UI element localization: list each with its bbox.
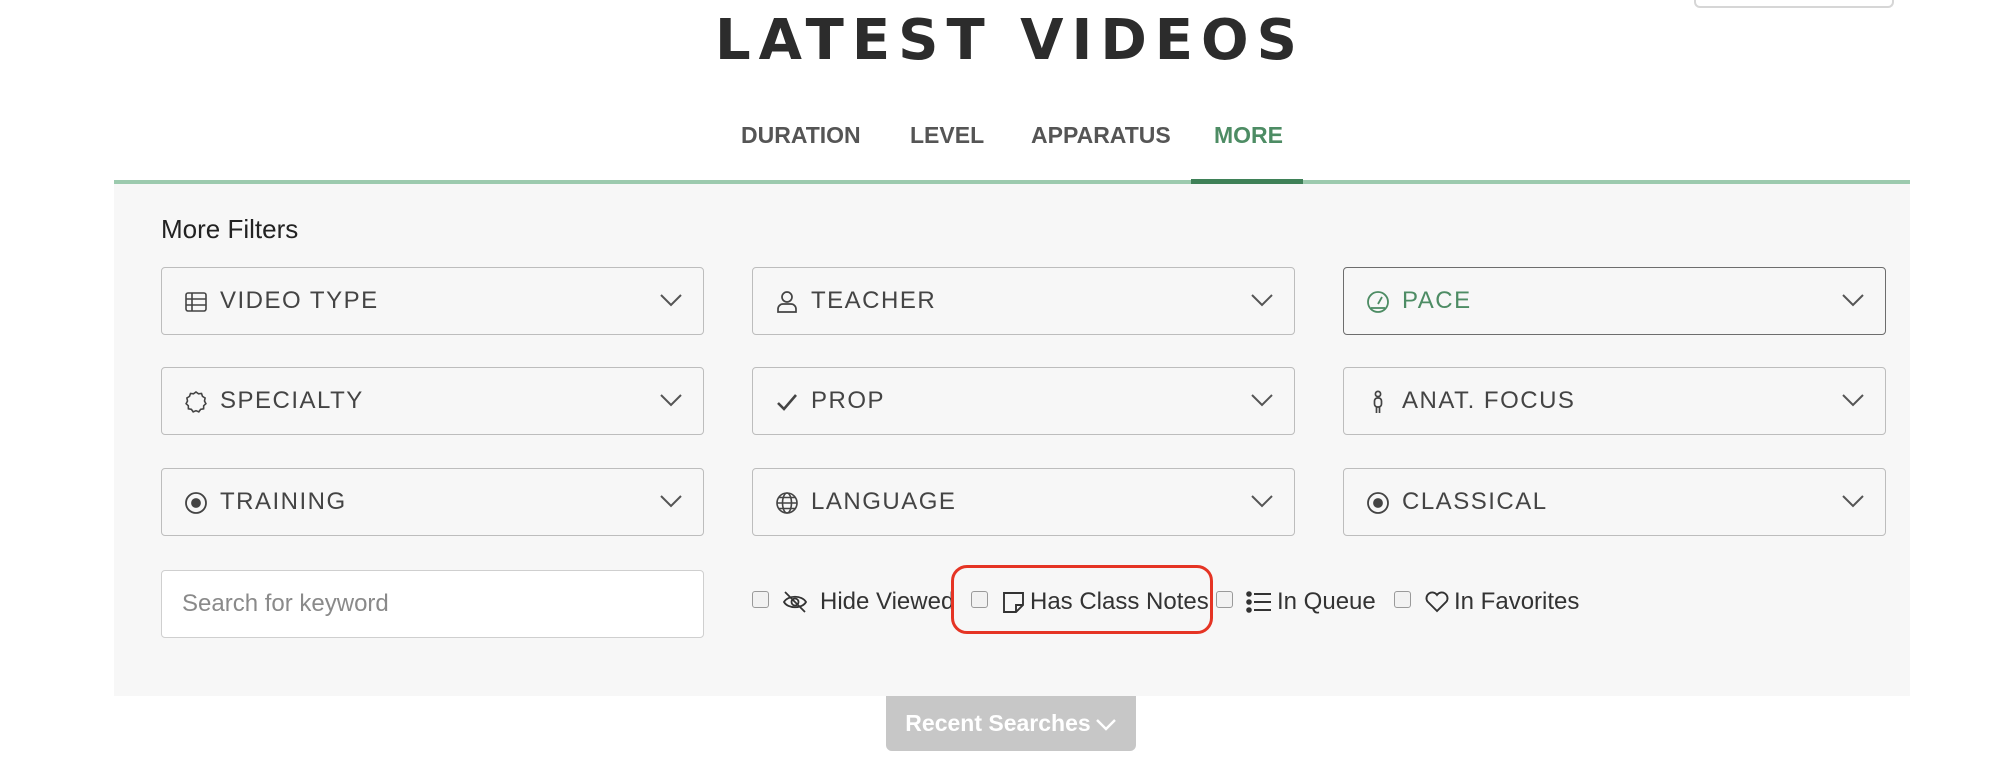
classical-dropdown[interactable]: CLASSICAL bbox=[1343, 468, 1886, 536]
dropdown-label: LANGUAGE bbox=[811, 488, 957, 515]
prop-dropdown[interactable]: PROP bbox=[752, 367, 1295, 435]
dropdown-label: TRAINING bbox=[220, 488, 347, 515]
chevron-down-icon bbox=[1842, 495, 1864, 508]
in-queue-label[interactable]: In Queue bbox=[1277, 588, 1376, 616]
person-icon bbox=[777, 291, 797, 313]
dropdown-label: SPECIALTY bbox=[220, 387, 364, 414]
in-favorites-checkbox[interactable] bbox=[1394, 591, 1411, 608]
dropdown-label: PROP bbox=[811, 387, 886, 414]
teacher-dropdown[interactable]: TEACHER bbox=[752, 267, 1295, 335]
table-icon bbox=[185, 292, 207, 312]
in-queue-checkbox[interactable] bbox=[1216, 591, 1233, 608]
chevron-down-icon bbox=[1842, 394, 1864, 407]
badge-icon bbox=[185, 391, 207, 413]
training-dropdown[interactable]: TRAINING bbox=[161, 468, 704, 536]
video-type-dropdown[interactable]: VIDEO TYPE bbox=[161, 267, 704, 335]
chevron-down-icon bbox=[1251, 394, 1273, 407]
dropdown-label: PACE bbox=[1402, 287, 1472, 314]
tab-level[interactable]: LEVEL bbox=[910, 122, 984, 149]
dropdown-label: TEACHER bbox=[811, 287, 937, 314]
dropdown-label: VIDEO TYPE bbox=[220, 287, 379, 314]
page-title: LATEST VIDEOS bbox=[714, 8, 1305, 73]
in-favorites-label[interactable]: In Favorites bbox=[1454, 588, 1579, 616]
pace-dropdown[interactable]: PACE bbox=[1343, 267, 1886, 335]
list-icon bbox=[1246, 591, 1271, 613]
tab-more[interactable]: MORE bbox=[1214, 122, 1283, 149]
dropdown-label: CLASSICAL bbox=[1402, 488, 1548, 515]
gauge-icon bbox=[1367, 291, 1389, 313]
anat-focus-dropdown[interactable]: ANAT. FOCUS bbox=[1343, 367, 1886, 435]
hide-viewed-label[interactable]: Hide Viewed bbox=[820, 588, 954, 616]
panel-title: More Filters bbox=[161, 214, 299, 244]
eye-slash-icon bbox=[782, 591, 808, 613]
chevron-down-icon bbox=[1251, 495, 1273, 508]
top-right-box bbox=[1694, 0, 1894, 8]
target-icon bbox=[1367, 492, 1389, 514]
chevron-down-icon bbox=[1251, 294, 1273, 307]
dropdown-label: ANAT. FOCUS bbox=[1402, 387, 1576, 414]
recent-searches-label: Recent Searches bbox=[905, 710, 1091, 736]
recent-searches-button[interactable]: Recent Searches bbox=[886, 696, 1136, 751]
tab-duration[interactable]: DURATION bbox=[741, 122, 861, 149]
hide-viewed-checkbox[interactable] bbox=[752, 591, 769, 608]
target-icon bbox=[185, 492, 207, 514]
heart-icon bbox=[1425, 591, 1449, 613]
has-class-notes-highlight bbox=[951, 565, 1213, 634]
specialty-dropdown[interactable]: SPECIALTY bbox=[161, 367, 704, 435]
chevron-down-icon bbox=[660, 294, 682, 307]
chevron-down-icon bbox=[1842, 294, 1864, 307]
keyword-search-input[interactable] bbox=[161, 570, 704, 638]
body-icon bbox=[1373, 390, 1383, 413]
chevron-down-icon bbox=[1095, 719, 1116, 731]
checkmark-icon bbox=[777, 394, 797, 411]
globe-icon bbox=[776, 492, 798, 514]
tab-apparatus[interactable]: APPARATUS bbox=[1031, 122, 1171, 149]
chevron-down-icon bbox=[660, 394, 682, 407]
language-dropdown[interactable]: LANGUAGE bbox=[752, 468, 1295, 536]
chevron-down-icon bbox=[660, 495, 682, 508]
